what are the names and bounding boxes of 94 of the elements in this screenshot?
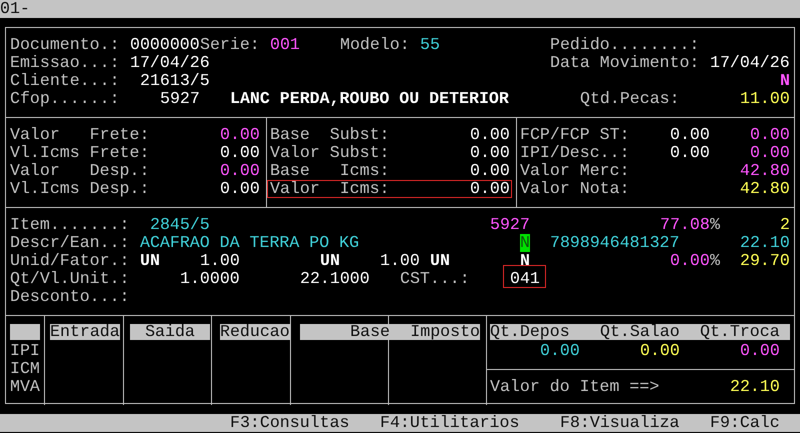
field-label: Base Subst: <box>270 126 390 144</box>
field-label: Base Icms: <box>270 162 390 180</box>
field-value: 0.00 <box>640 342 680 360</box>
field-label: Documento.: <box>10 36 120 54</box>
field-value: 0.00 <box>220 180 260 198</box>
function-key[interactable]: F3:Consultas <box>230 414 350 432</box>
field-label: Valor Nota: <box>520 180 630 198</box>
field-value: UN <box>320 252 340 270</box>
field-value: 0.00 <box>540 342 580 360</box>
column-header: Qt.Troca <box>700 324 780 340</box>
flag-value: N <box>520 252 530 270</box>
field-value: 5927 <box>490 216 530 234</box>
row-label: IPI <box>10 342 40 360</box>
corner-header-block <box>10 324 40 340</box>
column-header: Base <box>300 324 390 340</box>
field-value: 0.00 <box>470 180 510 198</box>
column-header: Reducao <box>220 324 290 340</box>
field-value: 22.10 <box>740 234 790 252</box>
field-value: UN <box>140 252 160 270</box>
field-label: Modelo: <box>340 36 410 54</box>
cfop-description: LANC PERDA,ROUBO OU DETERIOR <box>230 90 510 108</box>
field-value: 0.00 <box>220 126 260 144</box>
field-value: 2845/5 <box>150 216 210 234</box>
field-value: 1.00 <box>200 252 240 270</box>
field-label: Valor Frete: <box>10 126 150 144</box>
field-label: Valor Merc: <box>520 162 630 180</box>
function-key[interactable]: F9:Calc <box>710 414 780 432</box>
field-value: 0.00 <box>750 144 790 162</box>
field-label: Valor Subst: <box>270 144 390 162</box>
field-value: 1.00 <box>380 252 420 270</box>
unit-label: % <box>710 252 720 270</box>
field-label: Valor do Item ==> <box>490 378 660 396</box>
field-label: FCP/FCP ST: <box>520 126 630 144</box>
field-value: 5927 <box>160 90 200 108</box>
field-label: Serie: <box>200 36 260 54</box>
field-label: IPI/Desc..: <box>520 144 630 162</box>
row-label: MVA <box>10 378 40 396</box>
field-value: 55 <box>420 36 440 54</box>
column-header: Saida <box>130 324 210 340</box>
row-label: ICM <box>10 360 40 378</box>
flag-value: N <box>520 234 530 252</box>
field-label: Data Movimento: <box>550 54 700 72</box>
field-value: 0.00 <box>470 162 510 180</box>
field-label: Desconto...: <box>10 288 130 306</box>
field-label: Vl.Icms Desp.: <box>10 180 150 198</box>
field-value: 041 <box>510 270 540 288</box>
field-value: 42.80 <box>740 180 790 198</box>
field-value: 29.70 <box>740 252 790 270</box>
status-letter: N <box>780 72 790 90</box>
field-value: 0.00 <box>740 342 780 360</box>
column-header: Qt.Salao <box>600 324 680 340</box>
field-value: 0.00 <box>220 162 260 180</box>
function-key[interactable]: F4:Utilitarios <box>380 414 520 432</box>
field-value: 21613/5 <box>140 72 210 90</box>
title-text: 01- <box>0 0 30 18</box>
field-label: Cliente...: <box>10 72 120 90</box>
field-label: Emissao...: <box>10 54 120 72</box>
field-label: Unid/Fator.: <box>10 252 130 270</box>
column-header: Qt.Depos <box>490 324 570 340</box>
field-value: 42.80 <box>740 162 790 180</box>
field-label: Valor Icms: <box>270 180 390 198</box>
field-value: 11.00 <box>740 90 790 108</box>
field-value: 2 <box>780 216 790 234</box>
function-key[interactable]: F8:Visualiza <box>560 414 680 432</box>
field-value: 0.00 <box>670 252 710 270</box>
field-value: 7898946481327 <box>550 234 680 252</box>
field-label: Vl.Icms Frete: <box>10 144 150 162</box>
field-value: 0000000 <box>130 36 200 54</box>
field-value: 17/04/26 <box>710 54 790 72</box>
field-value: 0.00 <box>670 126 710 144</box>
field-label: Pedido........: <box>550 36 700 54</box>
field-label: Valor Desp.: <box>10 162 150 180</box>
field-value: 77.08 <box>660 216 710 234</box>
field-value: 22.10 <box>730 378 780 396</box>
field-label: Descr/Ean..: <box>10 234 130 252</box>
field-value: 17/04/26 <box>130 54 210 72</box>
field-label: CST...: <box>400 270 470 288</box>
field-value: 001 <box>270 36 300 54</box>
field-value: 0.00 <box>220 144 260 162</box>
field-value: 0.00 <box>670 144 710 162</box>
field-value: 1.0000 <box>180 270 240 288</box>
field-label: Item.......: <box>10 216 130 234</box>
column-header: Entrada <box>50 324 120 340</box>
field-label: Qtd.Pecas: <box>580 90 680 108</box>
field-value: UN <box>430 252 450 270</box>
unit-label: % <box>710 216 720 234</box>
field-value: 0.00 <box>470 144 510 162</box>
field-value: 22.1000 <box>300 270 370 288</box>
field-value: 0.00 <box>750 126 790 144</box>
field-label: Qt/Vl.Unit.: <box>10 270 130 288</box>
column-header: Imposto <box>390 324 480 340</box>
field-value: 0.00 <box>470 126 510 144</box>
field-label: Cfop......: <box>10 90 120 108</box>
product-description: ACAFRAO DA TERRA PO KG <box>140 234 360 252</box>
